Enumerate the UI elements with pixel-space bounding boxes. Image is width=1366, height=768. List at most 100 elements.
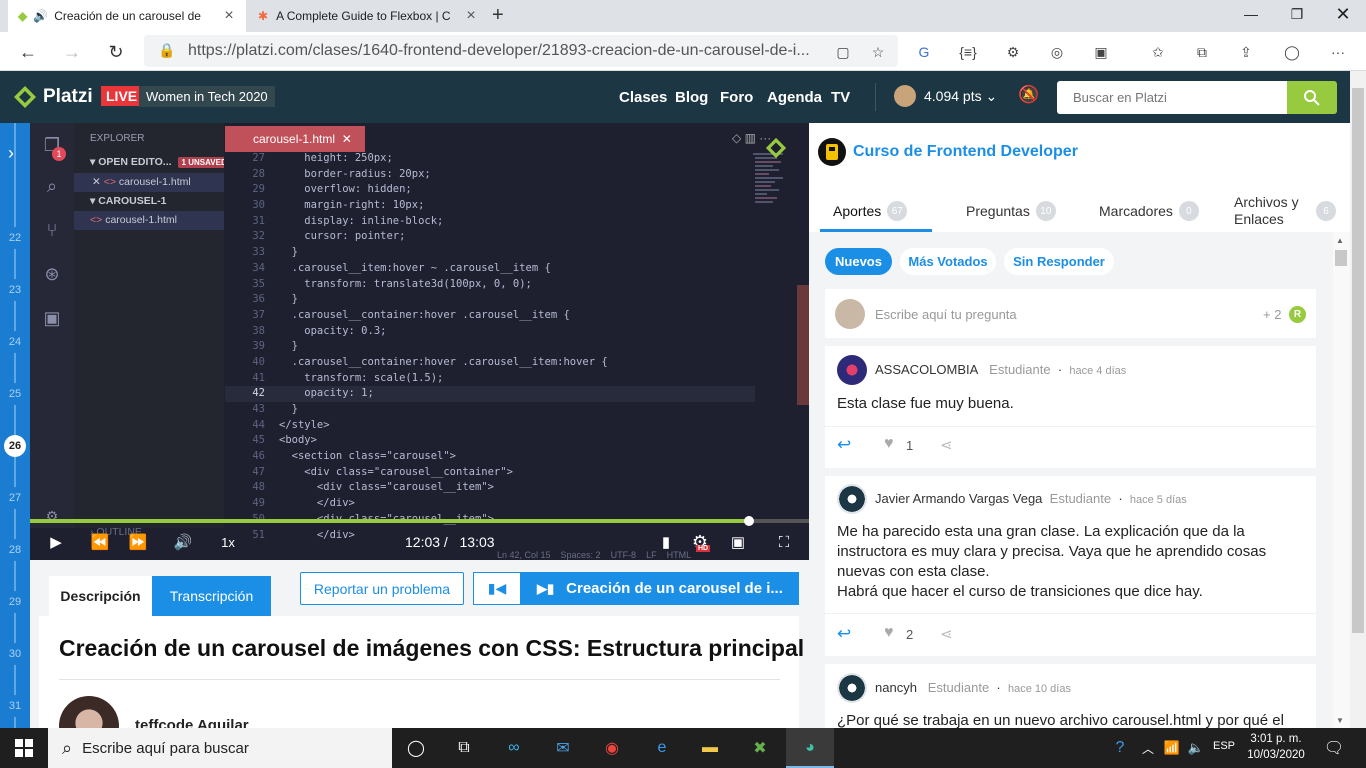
- edge-dev-icon[interactable]: ◕: [798, 736, 822, 760]
- favorites-icon[interactable]: ✩: [1146, 40, 1170, 64]
- chrome-icon[interactable]: ◉: [600, 736, 624, 760]
- file-explorer-icon[interactable]: ▬: [698, 736, 722, 760]
- rewind-icon[interactable]: ⏪: [88, 530, 112, 554]
- fullscreen-icon[interactable]: ⛶: [772, 530, 796, 554]
- timeline-item[interactable]: 28: [4, 539, 26, 561]
- cortana-icon[interactable]: ◯: [404, 736, 428, 760]
- audio-icon[interactable]: 🔊: [33, 9, 48, 23]
- task-view-icon[interactable]: ⧉: [452, 736, 476, 760]
- chevron-up-icon[interactable]: ︿: [1136, 736, 1160, 760]
- extension-icon[interactable]: ▣: [1089, 40, 1113, 64]
- comment-avatar[interactable]: [837, 484, 867, 514]
- close-tab-icon[interactable]: ×: [222, 7, 236, 25]
- next-lesson-button[interactable]: ▶▮ Creación de un carousel de i...: [521, 572, 799, 605]
- timeline-item[interactable]: 30: [4, 643, 26, 665]
- volume-icon[interactable]: 🔈: [1184, 736, 1208, 760]
- scroll-up-arrow-icon[interactable]: ▲: [1336, 236, 1344, 245]
- author-name[interactable]: Javier Armando Vargas Vega: [875, 491, 1042, 506]
- nav-tv[interactable]: TV: [831, 89, 850, 106]
- profile-icon[interactable]: ◯: [1280, 40, 1304, 64]
- edge-icon[interactable]: e: [650, 736, 674, 760]
- reply-icon[interactable]: ↩: [837, 435, 851, 455]
- playback-speed[interactable]: 1x: [216, 530, 240, 554]
- timeline-item[interactable]: 29: [4, 591, 26, 613]
- browser-tab[interactable]: ✱ A Complete Guide to Flexbox | C ×: [248, 0, 488, 32]
- translate-icon[interactable]: G: [912, 40, 936, 64]
- course-title[interactable]: Curso de Frontend Developer: [853, 143, 1078, 161]
- filter-sin-responder[interactable]: Sin Responder: [1004, 248, 1114, 275]
- help-icon[interactable]: ?: [1108, 736, 1132, 760]
- timeline-item[interactable]: 24: [4, 331, 26, 353]
- wifi-icon[interactable]: 📶: [1160, 736, 1184, 760]
- back-button[interactable]: ←: [12, 36, 44, 68]
- share-icon[interactable]: ⇪: [1234, 40, 1258, 64]
- restore-button[interactable]: ❐: [1274, 0, 1320, 28]
- user-avatar[interactable]: [894, 85, 916, 107]
- panel-scrollbar[interactable]: [1333, 232, 1350, 728]
- timeline-item[interactable]: 31: [4, 695, 26, 717]
- page-scrollbar-thumb[interactable]: [1352, 88, 1364, 633]
- tab-aportes[interactable]: Aportes 67: [833, 190, 908, 232]
- platzi-logo[interactable]: Platzi: [13, 85, 93, 109]
- author-name[interactable]: nancyh: [875, 680, 917, 695]
- favorite-star-icon[interactable]: ☆: [866, 40, 890, 64]
- heart-icon[interactable]: ♥: [884, 624, 894, 642]
- tab-description[interactable]: Descripción: [49, 576, 152, 616]
- notifications-off-icon[interactable]: 🔕: [1018, 85, 1039, 105]
- scroll-down-arrow-icon[interactable]: ▼: [1336, 716, 1344, 725]
- search-button[interactable]: [1287, 81, 1337, 114]
- picture-in-picture-icon[interactable]: ▣: [726, 530, 750, 554]
- fast-forward-icon[interactable]: ⏩: [126, 530, 150, 554]
- close-tab-icon[interactable]: ×: [464, 7, 478, 25]
- chevron-right-icon[interactable]: ›: [8, 143, 14, 164]
- live-badge[interactable]: LIVE: [101, 86, 143, 106]
- timeline-item[interactable]: 22: [4, 227, 26, 249]
- share-icon[interactable]: ⋖: [940, 625, 953, 643]
- video-player[interactable]: ❐ 1 ⌕ ⑂ ⊛ ▣ ⚙ EXPLORER ▾ OPEN EDITO... 1 …: [30, 123, 809, 560]
- previous-lesson-button[interactable]: ▮◀: [473, 572, 521, 605]
- excel-icon[interactable]: ✖: [748, 736, 772, 760]
- close-window-button[interactable]: ✕: [1320, 0, 1366, 28]
- timeline-item[interactable]: 25: [4, 383, 26, 405]
- event-badge[interactable]: Women in Tech 2020: [139, 86, 275, 107]
- json-extension-icon[interactable]: {≡}: [956, 40, 980, 64]
- start-button[interactable]: [0, 728, 48, 768]
- extension-icon[interactable]: ⚙: [1001, 40, 1025, 64]
- tab-marcadores[interactable]: Marcadores 0: [1099, 190, 1199, 232]
- timeline-item-current[interactable]: 26: [4, 435, 26, 457]
- points-dropdown[interactable]: 4.094 pts ⌄: [924, 88, 997, 105]
- notifications-icon[interactable]: 🗨: [1322, 736, 1346, 760]
- ask-question-input[interactable]: Escribe aquí tu pregunta: [875, 307, 1017, 322]
- language-indicator[interactable]: ESP: [1213, 740, 1235, 752]
- search-input[interactable]: Buscar en Platzi: [1057, 81, 1287, 114]
- refresh-button[interactable]: ↻: [100, 36, 132, 68]
- filter-nuevos[interactable]: Nuevos: [825, 248, 892, 275]
- extension-icon[interactable]: ◎: [1045, 40, 1069, 64]
- volume-icon[interactable]: 🔊: [170, 530, 196, 554]
- taskbar-search[interactable]: ⌕ Escribe aquí para buscar: [48, 728, 392, 768]
- taskbar-clock[interactable]: 3:01 p. m. 10/03/2020: [1240, 731, 1312, 763]
- more-options-icon[interactable]: ···: [1326, 40, 1350, 64]
- timeline-item[interactable]: 23: [4, 279, 26, 301]
- new-tab-button[interactable]: +: [492, 4, 504, 27]
- nav-agenda[interactable]: Agenda: [767, 89, 822, 106]
- url-field[interactable]: 🔒 https://platzi.com/clases/1640-fronten…: [144, 35, 898, 67]
- nav-blog[interactable]: Blog: [675, 89, 708, 106]
- video-progress-handle[interactable]: [744, 516, 754, 526]
- tab-archivos[interactable]: Archivos y Enlaces 6: [1234, 190, 1342, 232]
- reply-icon[interactable]: ↩: [837, 624, 851, 644]
- tab-transcription[interactable]: Transcripción: [152, 576, 271, 616]
- minimize-button[interactable]: —: [1228, 0, 1274, 28]
- play-button[interactable]: ▶: [44, 530, 68, 554]
- arduino-icon[interactable]: ∞: [502, 736, 526, 760]
- nav-foro[interactable]: Foro: [720, 89, 753, 106]
- filter-mas-votados[interactable]: Más Votados: [900, 248, 996, 275]
- reader-view-icon[interactable]: ▢: [831, 40, 855, 64]
- report-problem-button[interactable]: Reportar un problema: [300, 572, 464, 605]
- nav-clases[interactable]: Clases: [619, 89, 667, 106]
- browser-tab-active[interactable]: ◆ 🔊 Creación de un carousel de ×: [8, 0, 246, 32]
- forward-button[interactable]: →: [56, 36, 88, 68]
- heart-icon[interactable]: ♥: [884, 435, 894, 453]
- tab-preguntas[interactable]: Preguntas 10: [966, 190, 1056, 232]
- comment-avatar[interactable]: [837, 673, 867, 703]
